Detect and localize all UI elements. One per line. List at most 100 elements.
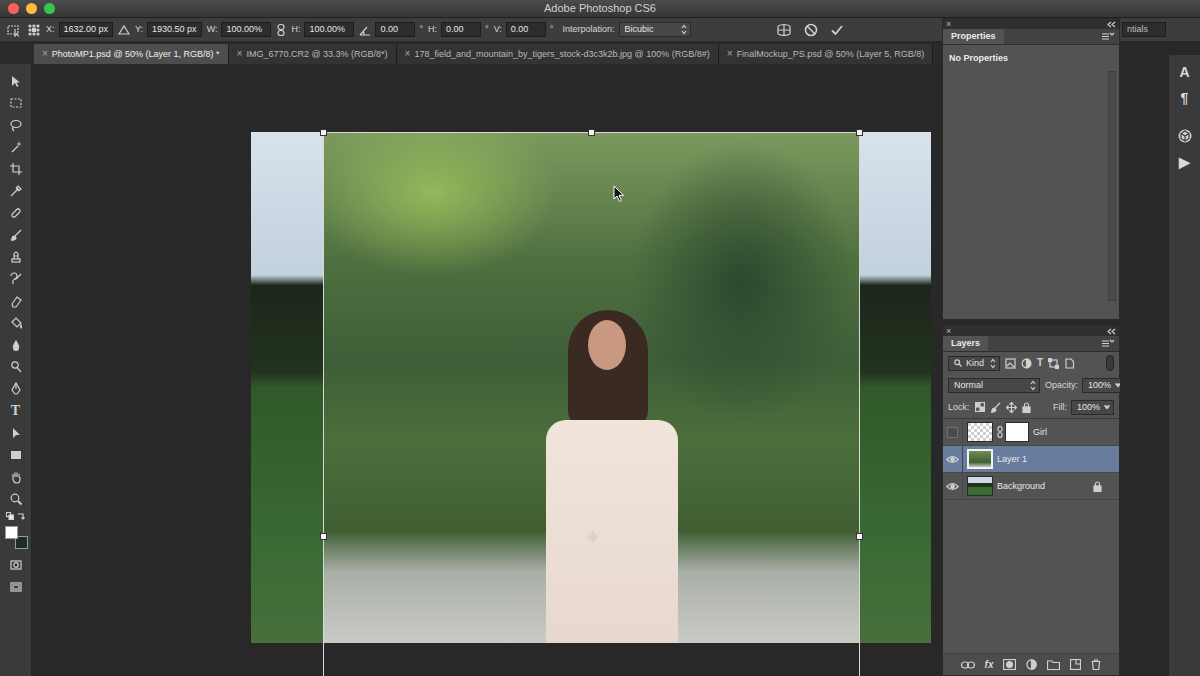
document-tab[interactable]: ×IMG_6770.CR2 @ 33.3% (RGB/8*): [229, 44, 397, 64]
panel-menu-icon[interactable]: [1101, 336, 1119, 351]
panel-tab[interactable]: Layers: [943, 336, 988, 351]
layer-1-image[interactable]: [323, 132, 860, 643]
screen-mode-button[interactable]: [4, 576, 28, 598]
field-input[interactable]: 100.00%: [221, 22, 271, 37]
new-group-icon[interactable]: [1047, 659, 1060, 670]
panel-menu-icon[interactable]: [1101, 29, 1119, 44]
workspace-select[interactable]: ntials: [1122, 22, 1166, 37]
reference-point-icon[interactable]: [27, 23, 41, 37]
adjustment-filter-icon[interactable]: [1021, 358, 1032, 369]
field-input[interactable]: 0.00: [506, 22, 546, 37]
dodge-tool-button[interactable]: [4, 356, 28, 378]
close-button[interactable]: [8, 3, 19, 14]
transform-handle[interactable]: [320, 533, 327, 540]
adjustment-layer-icon[interactable]: [1026, 659, 1037, 670]
visibility-toggle[interactable]: [943, 419, 963, 445]
crop-tool-button[interactable]: [4, 158, 28, 180]
field-input[interactable]: 100.00%: [304, 22, 354, 37]
collapsed-panel-button[interactable]: ¶: [1172, 87, 1198, 109]
brush-tool-button[interactable]: [4, 224, 28, 246]
pen-tool-button[interactable]: [4, 378, 28, 400]
pixel-filter-icon[interactable]: [1005, 358, 1016, 369]
paint-bucket-tool-button[interactable]: [4, 312, 28, 334]
collapse-panel-icon[interactable]: [1106, 21, 1116, 28]
lasso-tool-button[interactable]: [4, 114, 28, 136]
collapsed-panel-button[interactable]: [1172, 125, 1198, 147]
canvas-area[interactable]: [32, 64, 942, 676]
reference-point-icon[interactable]: [587, 531, 599, 543]
eraser-tool-button[interactable]: [4, 290, 28, 312]
layer-row[interactable]: Layer 1: [943, 446, 1119, 473]
magic-wand-tool-button[interactable]: [4, 136, 28, 158]
close-tab-button[interactable]: ×: [727, 48, 733, 60]
foreground-color-swatch[interactable]: [5, 526, 18, 539]
swap-colors-icon[interactable]: [17, 512, 25, 520]
collapsed-panel-button[interactable]: A: [1172, 61, 1198, 83]
link-layers-icon[interactable]: [961, 660, 975, 670]
layer-name[interactable]: Girl: [1033, 427, 1047, 438]
lock-all-icon[interactable]: [1022, 402, 1031, 413]
eyedropper-tool-button[interactable]: [4, 180, 28, 202]
trash-icon[interactable]: [1091, 659, 1101, 670]
document-tab[interactable]: ×178_field_and_mountain_by_tigers_stock-…: [397, 44, 719, 64]
visibility-toggle[interactable]: [943, 446, 963, 472]
properties-scrollbar[interactable]: [1108, 71, 1116, 301]
layer-style-button[interactable]: fx: [985, 659, 994, 671]
type-tool-button[interactable]: T: [4, 400, 28, 422]
zoom-button[interactable]: [44, 3, 55, 14]
transform-handle[interactable]: [856, 533, 863, 540]
close-panel-button[interactable]: ×: [946, 327, 951, 336]
close-panel-button[interactable]: ×: [946, 20, 951, 29]
close-tab-button[interactable]: ×: [237, 48, 243, 60]
history-brush-tool-button[interactable]: [4, 268, 28, 290]
lock-transparency-icon[interactable]: [975, 402, 985, 412]
close-tab-button[interactable]: ×: [405, 48, 411, 60]
marquee-tool-button[interactable]: [4, 92, 28, 114]
rectangle-tool-button[interactable]: [4, 444, 28, 466]
opacity-field[interactable]: 100%: [1082, 378, 1125, 393]
type-filter-button[interactable]: T: [1037, 358, 1043, 368]
link-icon[interactable]: [276, 23, 286, 37]
minimize-button[interactable]: [26, 3, 37, 14]
field-input[interactable]: 1930.50 px: [147, 22, 202, 37]
transform-tool-icon[interactable]: [6, 23, 22, 37]
shape-filter-icon[interactable]: [1048, 358, 1059, 369]
path-selection-tool-button[interactable]: [4, 422, 28, 444]
visibility-toggle[interactable]: [943, 473, 963, 499]
hand-tool-button[interactable]: [4, 466, 28, 488]
commit-transform-icon[interactable]: [830, 23, 844, 37]
healing-brush-tool-button[interactable]: [4, 202, 28, 224]
default-colors-icon[interactable]: [6, 512, 14, 520]
layer-name[interactable]: Layer 1: [997, 454, 1027, 465]
collapse-panel-icon[interactable]: [1106, 328, 1116, 335]
blend-mode-select[interactable]: Normal: [948, 378, 1040, 393]
empty-visibility-box[interactable]: [947, 427, 958, 438]
collapsed-panel-button[interactable]: ▶: [1172, 151, 1198, 173]
document-tab[interactable]: ×PhotoMP1.psd @ 50% (Layer 1, RGB/8) *: [34, 44, 229, 64]
document-tab[interactable]: ×FinalMockup_PS.psd @ 50% (Layer 5, RGB/…: [719, 44, 934, 64]
panel-tab[interactable]: Properties: [943, 29, 1004, 44]
add-mask-icon[interactable]: [1003, 659, 1016, 670]
interpolation-select[interactable]: Bicubic: [619, 22, 691, 37]
smart-object-filter-icon[interactable]: [1064, 358, 1075, 369]
filter-toggle[interactable]: [1106, 355, 1114, 371]
layer-row[interactable]: Background: [943, 473, 1119, 500]
transform-handle[interactable]: [856, 129, 863, 136]
lock-position-icon[interactable]: [1006, 402, 1017, 413]
quick-mask-button[interactable]: [4, 554, 28, 576]
clone-stamp-tool-button[interactable]: [4, 246, 28, 268]
field-input[interactable]: 0.00: [441, 22, 481, 37]
lock-pixels-icon[interactable]: [990, 402, 1001, 413]
transform-bounding-box[interactable]: [323, 132, 860, 676]
relative-position-icon[interactable]: [118, 24, 130, 36]
transform-handle[interactable]: [588, 129, 595, 136]
chain-link-icon[interactable]: [997, 426, 1003, 438]
blur-tool-button[interactable]: [4, 334, 28, 356]
fill-field[interactable]: 100%: [1071, 400, 1114, 415]
zoom-tool-button[interactable]: [4, 488, 28, 510]
close-tab-button[interactable]: ×: [42, 48, 48, 60]
layer-mask-thumbnail[interactable]: [1005, 422, 1029, 442]
transform-handle[interactable]: [320, 129, 327, 136]
filter-kind-select[interactable]: Kind: [948, 356, 1000, 371]
warp-mode-icon[interactable]: [776, 23, 792, 37]
